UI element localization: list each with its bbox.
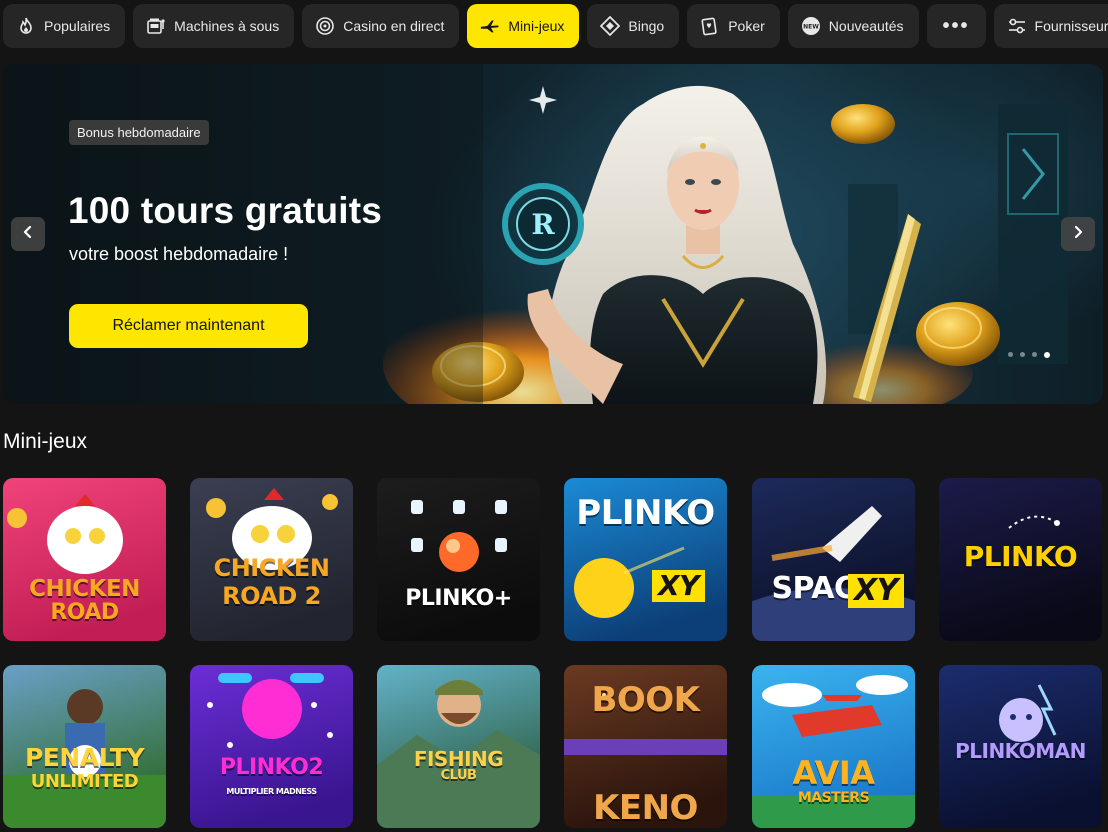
game-title: CHICKEN (213, 554, 330, 582)
game-tile-plinko[interactable]: PLINKO (939, 478, 1102, 641)
game-title: PLINKO2 (219, 755, 324, 780)
nav-item-bingo[interactable]: Bingo (587, 4, 680, 48)
nav-item-poker[interactable]: Poker (687, 4, 780, 48)
game-tile-plinko-[interactable]: PLINKO+ (377, 478, 540, 641)
filter-sliders-icon (1007, 16, 1027, 36)
category-nav: Populaires Machines à sous Casino en dir… (3, 4, 1108, 48)
game-title: PLINKOMAN (955, 739, 1086, 763)
nav-item-populaires[interactable]: Populaires (3, 4, 126, 48)
chevron-left-icon (22, 225, 34, 243)
game-title: PLINKO (963, 540, 1078, 573)
banner-artwork: R (3, 64, 1068, 404)
pagination-dot[interactable] (1008, 352, 1013, 357)
nav-label: Populaires (44, 18, 111, 34)
game-subtitle: XY (848, 574, 904, 608)
plane-icon (480, 16, 500, 36)
banner-subtitle: votre boost hebdomadaire ! (69, 244, 289, 264)
game-subtitle: ROAD (50, 600, 119, 625)
nav-label: Nouveautés (828, 18, 904, 34)
new-badge-text: NEW (803, 23, 819, 30)
game-tile-chicken-road[interactable]: CHICKEN ROAD (3, 478, 166, 641)
game-tile-chicken-road-2[interactable]: CHICKEN ROAD 2 (190, 478, 353, 641)
nav-label: Mini-jeux (508, 18, 565, 34)
game-title: CHICKEN (29, 576, 140, 602)
promo-banner[interactable]: R Bonus hebdomadaire 100 tours gratuits … (3, 64, 1103, 404)
game-title: PLINKO+ (405, 586, 512, 611)
game-tile-plinko-xy[interactable]: PLINKO XY (564, 478, 727, 641)
game-thumbnail (377, 478, 540, 641)
game-tile-space-xy[interactable]: SPACE XY (752, 478, 915, 641)
game-tile-plinko-man[interactable]: PLINKOMAN (939, 665, 1102, 828)
banner-title: 100 tours gratuits (68, 190, 383, 231)
game-tile-penalty-unlimited[interactable]: PENALTY UNLIMITED (3, 665, 166, 828)
game-thumbnail (190, 665, 353, 828)
banner-pagination (1008, 351, 1050, 358)
game-subtitle: XY (652, 570, 705, 602)
game-tile-avia-masters[interactable]: AVIA MASTERS (752, 665, 915, 828)
flame-icon (16, 16, 36, 36)
game-title: BOOK (591, 680, 700, 720)
game-subtitle: MASTERS (797, 790, 870, 806)
slot-machine-icon (146, 16, 166, 36)
game-subtitle: UNLIMITED (30, 771, 139, 792)
diamond-icon (600, 16, 621, 36)
banner-next-button[interactable] (1061, 217, 1095, 251)
banner-prev-button[interactable] (11, 217, 45, 251)
cards-icon (700, 16, 720, 36)
claim-now-button[interactable]: Réclamer maintenant (69, 304, 308, 348)
game-subtitle: CLUB (440, 768, 477, 783)
nav-item-fournisseurs[interactable]: Fournisseurs (993, 4, 1108, 48)
new-badge-icon: NEW (801, 16, 821, 36)
pagination-dot[interactable] (1032, 352, 1037, 357)
pagination-dot-active[interactable] (1044, 351, 1050, 358)
game-title: PLINKO (576, 493, 715, 533)
more-icon: ••• (942, 14, 970, 37)
more-button[interactable]: ••• (926, 4, 986, 48)
nav-label: Casino en direct (343, 18, 445, 34)
game-title: AVIA (792, 754, 875, 792)
nav-label: Fournisseurs (1034, 18, 1108, 34)
nav-label: Bingo (628, 18, 665, 34)
game-title: PENALTY (24, 743, 145, 772)
roulette-icon (315, 16, 335, 36)
game-subtitle: MULTIPLIER MADNESS (226, 787, 317, 796)
game-tile-book-of-keno[interactable]: BOOK KENO (564, 665, 727, 828)
nav-item-casino-en-direct[interactable]: Casino en direct (302, 4, 460, 48)
game-title: FISHING (413, 747, 504, 771)
game-tile-fishing-club[interactable]: FISHING CLUB (377, 665, 540, 828)
nav-item-mini-jeux[interactable]: Mini-jeux (467, 4, 580, 48)
section-title: Mini-jeux (3, 430, 88, 453)
chevron-right-icon (1072, 225, 1084, 243)
game-thumbnail (752, 478, 915, 641)
nav-item-nouveautes[interactable]: NEW Nouveautés (787, 4, 919, 48)
game-subtitle: KENO (593, 788, 698, 828)
game-subtitle: ROAD 2 (222, 582, 321, 610)
pagination-dot[interactable] (1020, 352, 1025, 357)
game-tile-plinko-2[interactable]: PLINKO2 MULTIPLIER MADNESS (190, 665, 353, 828)
nav-item-machines-a-sous[interactable]: Machines à sous (133, 4, 295, 48)
nav-label: Machines à sous (174, 18, 280, 34)
coin-letter: R (531, 208, 555, 241)
bonus-tag: Bonus hebdomadaire (69, 120, 209, 145)
nav-label: Poker (728, 18, 765, 34)
